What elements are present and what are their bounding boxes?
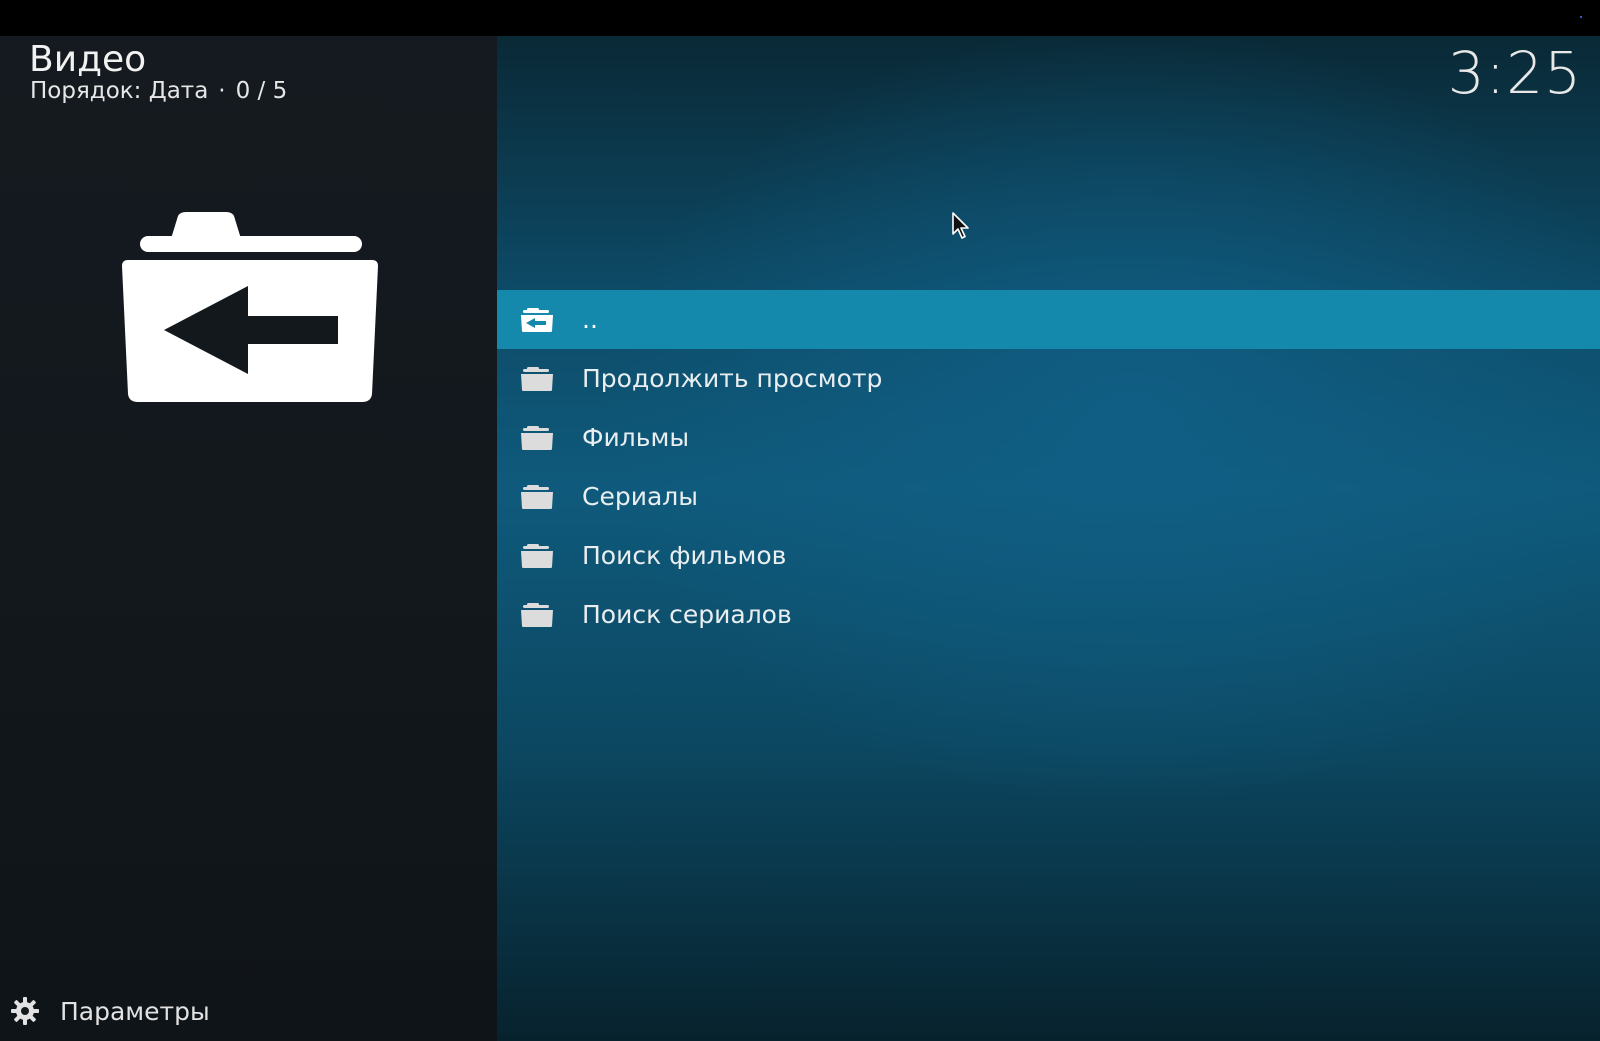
mouse-cursor-icon [952, 212, 969, 239]
list-item-label: Поиск сериалов [582, 600, 792, 629]
separator: · [218, 78, 226, 104]
sort-info[interactable]: Порядок: Дата · 0 / 5 [30, 76, 287, 106]
info-panel [0, 36, 497, 1041]
folder-back-icon [122, 212, 378, 402]
list-item-label: Сериалы [582, 482, 698, 511]
folder-icon [521, 603, 553, 627]
folder-icon [521, 485, 553, 509]
settings-label: Параметры [60, 996, 210, 1026]
folder-icon [521, 426, 553, 450]
clock: 3:25 [1447, 39, 1582, 107]
folder-icon [521, 544, 553, 568]
list-item-parent[interactable]: .. [497, 290, 1600, 349]
sort-label: Порядок: Дата [30, 78, 209, 104]
list-item-search-movies[interactable]: Поиск фильмов [497, 526, 1600, 585]
list-item-search-tv-shows[interactable]: Поиск сериалов [497, 585, 1600, 644]
folder-back-icon [521, 308, 553, 332]
list-item-label: Фильмы [582, 423, 690, 452]
status-dot [1580, 16, 1582, 18]
list-item-movies[interactable]: Фильмы [497, 408, 1600, 467]
list-item-tv-shows[interactable]: Сериалы [497, 467, 1600, 526]
list-item-label: .. [582, 305, 598, 334]
kodi-screen: Видео Порядок: Дата · 0 / 5 3:25 .. Продол… [0, 0, 1600, 1041]
settings-button[interactable]: Параметры [10, 995, 210, 1027]
file-list: .. Продолжить просмотр Фильмы Сериалы По… [497, 290, 1600, 644]
item-counter: 0 / 5 [235, 78, 288, 104]
list-item-continue-watching[interactable]: Продолжить просмотр [497, 349, 1600, 408]
folder-icon [521, 367, 553, 391]
list-item-label: Продолжить просмотр [582, 364, 883, 393]
gear-icon [11, 997, 39, 1025]
list-item-label: Поиск фильмов [582, 541, 787, 570]
top-bar [0, 0, 1600, 36]
